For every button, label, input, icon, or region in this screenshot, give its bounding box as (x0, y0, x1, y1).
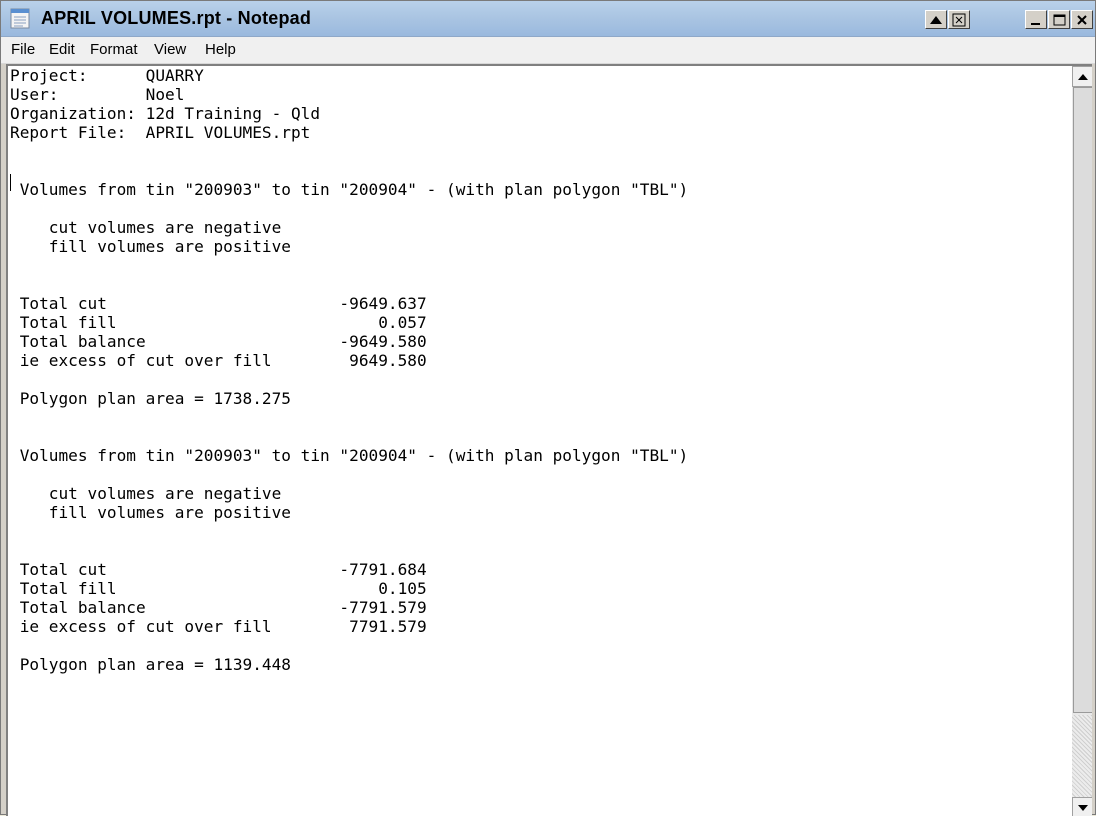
close-button[interactable] (1071, 10, 1093, 29)
menu-bar: File Edit Format View Help (1, 37, 1095, 64)
menu-file[interactable]: File (11, 41, 35, 58)
vertical-scrollbar[interactable] (1072, 66, 1092, 816)
triangle-up-icon (930, 15, 942, 24)
notepad-app-icon[interactable] (10, 8, 32, 29)
menu-edit[interactable]: Edit (49, 41, 75, 58)
window-title: APRIL VOLUMES.rpt - Notepad (41, 8, 312, 28)
document-text[interactable]: Project: QUARRY User: Noel Organization:… (10, 66, 1070, 674)
text-caret (10, 174, 11, 191)
minimize-button[interactable] (1025, 10, 1047, 29)
notepad-window: APRIL VOLUMES.rpt - Notepad File Edit Fo… (0, 0, 1096, 816)
minimize-icon (1031, 22, 1040, 25)
text-area[interactable]: Project: QUARRY User: Noel Organization:… (10, 66, 1070, 816)
menu-view[interactable]: View (154, 41, 186, 58)
maximize-button[interactable] (1048, 10, 1070, 29)
scroll-down-button[interactable] (1072, 797, 1092, 816)
scroll-up-button[interactable] (1072, 66, 1092, 87)
title-scroll-up-button[interactable] (925, 10, 947, 29)
close-icon (1077, 14, 1087, 25)
maximize-icon (1053, 14, 1065, 25)
text-editor[interactable]: Project: QUARRY User: Noel Organization:… (6, 64, 1092, 816)
scroll-up-arrow-icon (1078, 73, 1088, 80)
scroll-thumb[interactable] (1073, 87, 1092, 713)
title-app-button[interactable] (948, 10, 970, 29)
menu-help[interactable]: Help (205, 41, 236, 58)
title-bar[interactable]: APRIL VOLUMES.rpt - Notepad (1, 1, 1095, 37)
scroll-down-arrow-icon (1078, 804, 1088, 811)
menu-format[interactable]: Format (90, 41, 138, 58)
scroll-track[interactable] (1072, 715, 1092, 797)
restore-app-icon (952, 13, 966, 26)
